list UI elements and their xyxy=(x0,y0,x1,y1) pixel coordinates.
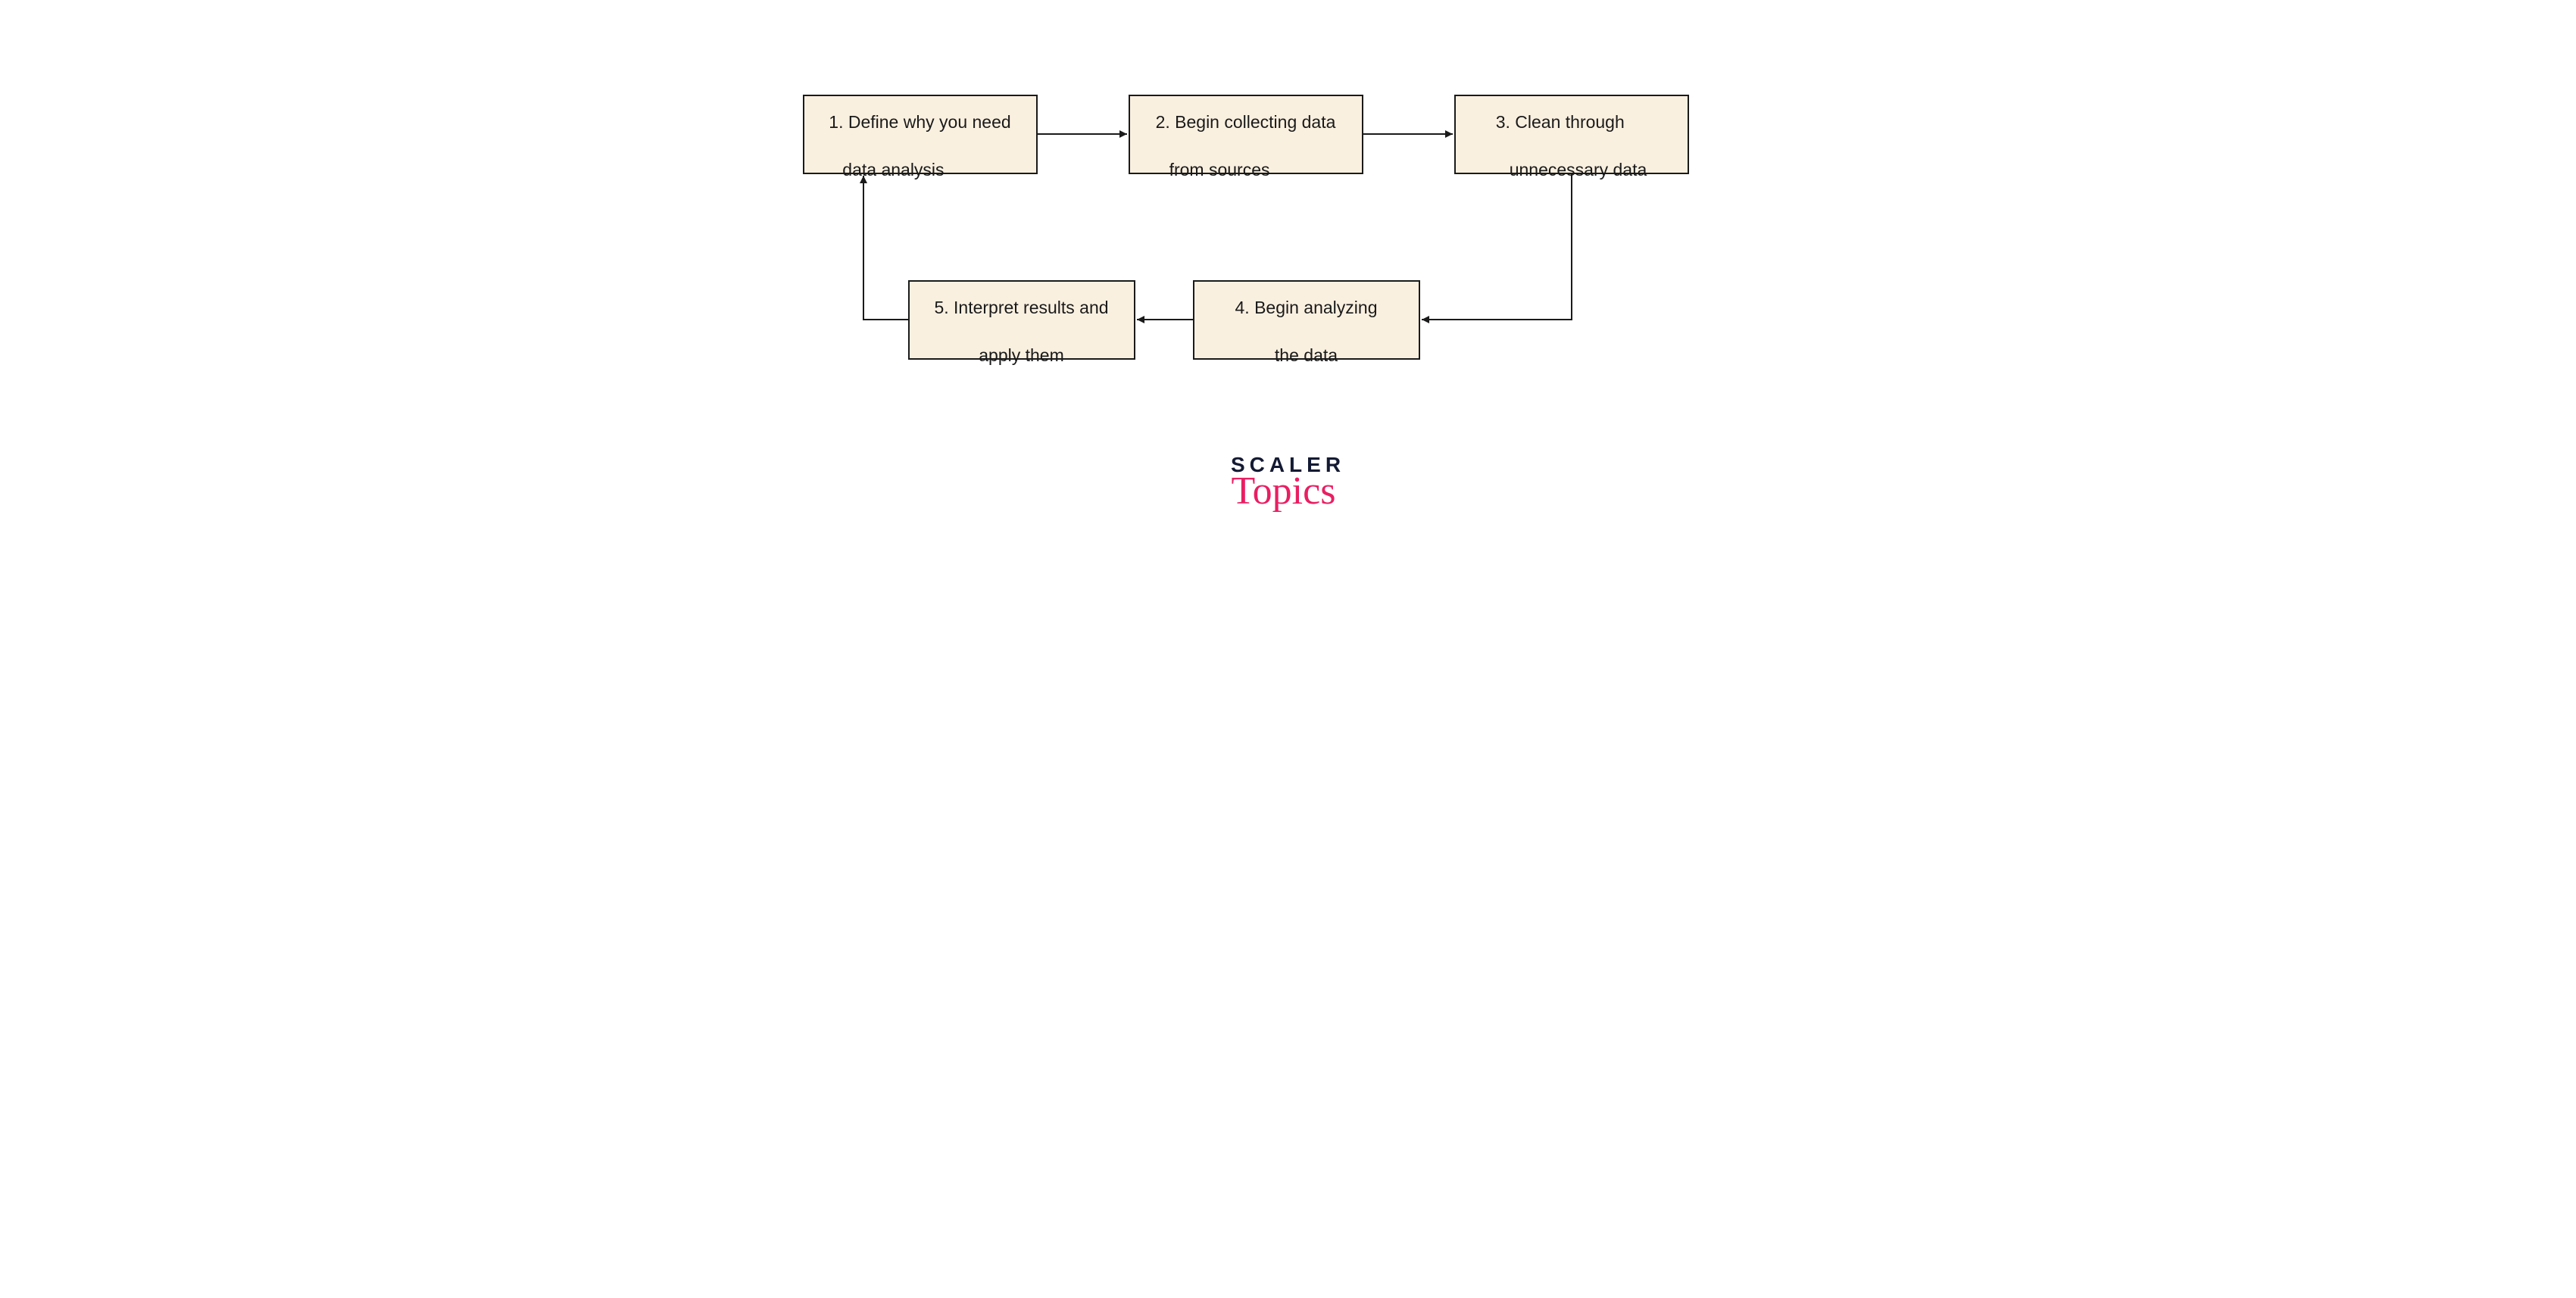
flow-node-label: 2. Begin collecting data from sources xyxy=(1156,87,1336,181)
flow-node-step3: 3. Clean through unnecessary data xyxy=(1454,95,1689,174)
flow-node-step4: 4. Begin analyzing the data xyxy=(1193,280,1420,360)
flow-node-label: 5. Interpret results and apply them xyxy=(934,273,1108,367)
flow-node-label: 4. Begin analyzing the data xyxy=(1235,273,1378,367)
flow-node-step1: 1. Define why you need data analysis xyxy=(803,95,1038,174)
flow-node-label: 1. Define why you need data analysis xyxy=(829,87,1010,181)
brand-logo: SCALER Topics xyxy=(716,454,1861,510)
flow-node-step5: 5. Interpret results and apply them xyxy=(908,280,1135,360)
diagram-canvas: 1. Define why you need data analysis 2. … xyxy=(716,0,1861,577)
brand-line2: Topics xyxy=(1232,474,1336,510)
flow-node-label: 3. Clean through unnecessary data xyxy=(1496,87,1647,181)
flow-node-step2: 2. Begin collecting data from sources xyxy=(1129,95,1363,174)
